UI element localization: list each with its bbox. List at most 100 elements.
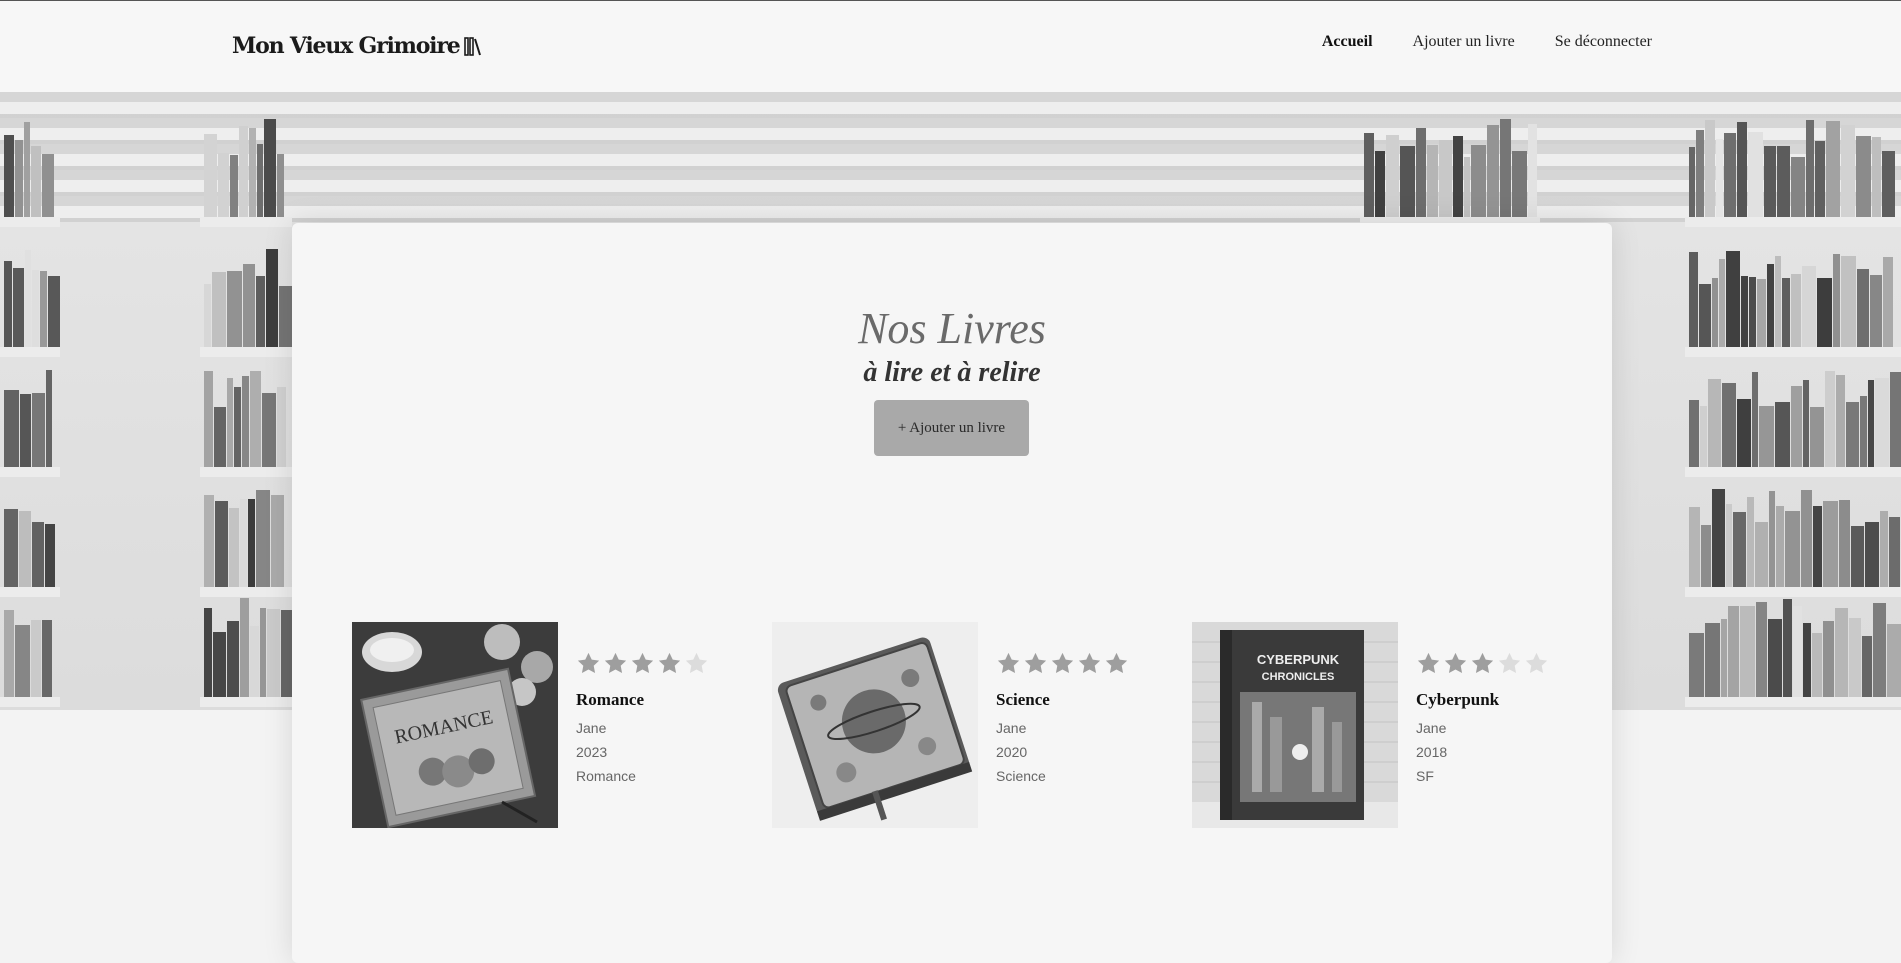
shelf-book: [1883, 257, 1893, 347]
shelf-book: [1721, 619, 1727, 697]
shelf-plank: [0, 467, 60, 477]
book-author: Jane: [996, 720, 1027, 736]
shelf-book: [1528, 124, 1537, 217]
shelf-book: [260, 608, 266, 697]
star-icon: [1105, 652, 1128, 673]
shelf-book: [1500, 119, 1511, 217]
shelf-book: [1700, 406, 1707, 467]
shelf-book: [1747, 497, 1754, 587]
nav-accueil[interactable]: Accueil: [1322, 33, 1373, 51]
shelf-book: [256, 276, 265, 347]
shelf-book: [1846, 402, 1859, 467]
shelf-book: [1689, 252, 1698, 347]
shelf-book: [1836, 375, 1845, 467]
star-icon: [1417, 652, 1440, 673]
shelf-book: [31, 620, 41, 697]
shelf-book: [1849, 618, 1861, 697]
shelf-plank: [1685, 697, 1901, 707]
shelf-book: [1889, 517, 1900, 587]
shelf-book: [1701, 525, 1711, 587]
shelf-book: [1453, 136, 1463, 217]
shelf-book: [204, 284, 211, 347]
shelf-book: [1810, 407, 1824, 467]
shelf-book: [1705, 120, 1715, 217]
book-cover-image[interactable]: ROMANCE: [352, 622, 558, 828]
star-icon: [1525, 652, 1548, 673]
add-book-button[interactable]: + Ajouter un livre: [874, 400, 1029, 456]
shelf-book: [1416, 128, 1426, 217]
shelf-book: [1856, 136, 1871, 217]
shelf-book: [1785, 511, 1800, 587]
shelf-book: [1708, 379, 1721, 467]
shelf-book: [1825, 371, 1835, 467]
shelf-book: [204, 371, 213, 467]
shelf-book: [1722, 383, 1736, 467]
book-year: 2020: [996, 744, 1028, 760]
star-icon: [604, 652, 627, 673]
shelf-book: [1880, 511, 1888, 587]
shelf-book: [1801, 490, 1812, 587]
nav-deconnexion[interactable]: Se déconnecter: [1555, 33, 1652, 51]
shelf-book: [230, 155, 238, 217]
shelf-book: [1724, 133, 1736, 217]
star-icon: [577, 652, 600, 673]
book-title[interactable]: Romance: [576, 690, 709, 710]
shelf-book: [1705, 623, 1720, 697]
shelf-book: [4, 261, 12, 347]
star-icon: [1051, 652, 1074, 673]
book-year: 2018: [1416, 744, 1448, 760]
shelf-book: [45, 524, 55, 587]
book-cover-image[interactable]: CYBERPUNK CHRONICLES: [1192, 622, 1398, 828]
shelf-book: [1757, 279, 1766, 347]
shelf-book: [279, 286, 293, 347]
shelf-book: [271, 495, 284, 587]
shelf-book: [1777, 146, 1790, 217]
shelf-book: [1689, 633, 1704, 697]
nav-ajouter-livre[interactable]: Ajouter un livre: [1413, 33, 1515, 51]
shelf-book: [204, 608, 212, 697]
shelf-book: [256, 490, 270, 587]
shelf-book: [32, 393, 45, 467]
shelf-book: [204, 134, 217, 217]
star-icon: [1024, 652, 1047, 673]
main-nav: Accueil Ajouter un livre Se déconnecter: [1322, 33, 1652, 51]
book-author: Jane: [1416, 720, 1447, 736]
logo-text: Mon Vieux Grimoire: [232, 33, 461, 59]
shelf-book: [1835, 608, 1848, 697]
shelf-book: [264, 119, 276, 217]
book-info: Romance Jane 2023 Romance: [576, 651, 709, 788]
shelf-book: [204, 495, 214, 587]
shelf-book: [1487, 125, 1499, 217]
shelf-book: [229, 508, 239, 587]
shelf-book: [1806, 120, 1814, 217]
rating-stars: [576, 651, 709, 679]
site-logo[interactable]: Mon Vieux Grimoire: [232, 33, 482, 59]
shelf-book: [218, 153, 229, 217]
shelf-book: [1769, 491, 1775, 587]
book-cover-image[interactable]: [772, 622, 978, 828]
shelf-book: [1764, 146, 1776, 217]
book-title[interactable]: Science: [996, 690, 1129, 710]
shelf-book: [1689, 507, 1700, 587]
shelf-book: [1741, 276, 1748, 347]
book-card[interactable]: CYBERPUNK CHRONICLES Cyberpunk Jane 2018 SF: [1192, 622, 1592, 828]
shelf-book: [1833, 254, 1840, 347]
shelf-book: [4, 390, 19, 467]
shelf-book: [1862, 636, 1872, 697]
star-icon: [997, 652, 1020, 673]
shelf-book: [1726, 504, 1732, 587]
shelf-book: [250, 626, 259, 697]
shelf-book: [24, 122, 30, 217]
book-card[interactable]: ROMANCE Romance Jane 2023 Romance: [352, 622, 752, 828]
shelf-book: [1882, 151, 1895, 217]
shelf-plank: [200, 217, 292, 227]
book-title[interactable]: Cyberpunk: [1416, 690, 1549, 710]
book-card[interactable]: Science Jane 2020 Science: [772, 622, 1172, 828]
shelf-book: [1737, 399, 1751, 467]
shelf-book: [1716, 139, 1723, 217]
shelf-book: [1802, 266, 1816, 347]
shelf-book: [1737, 122, 1747, 217]
shelf-book: [1870, 275, 1882, 347]
shelf-book: [234, 387, 241, 467]
shelf-book: [1826, 121, 1840, 217]
